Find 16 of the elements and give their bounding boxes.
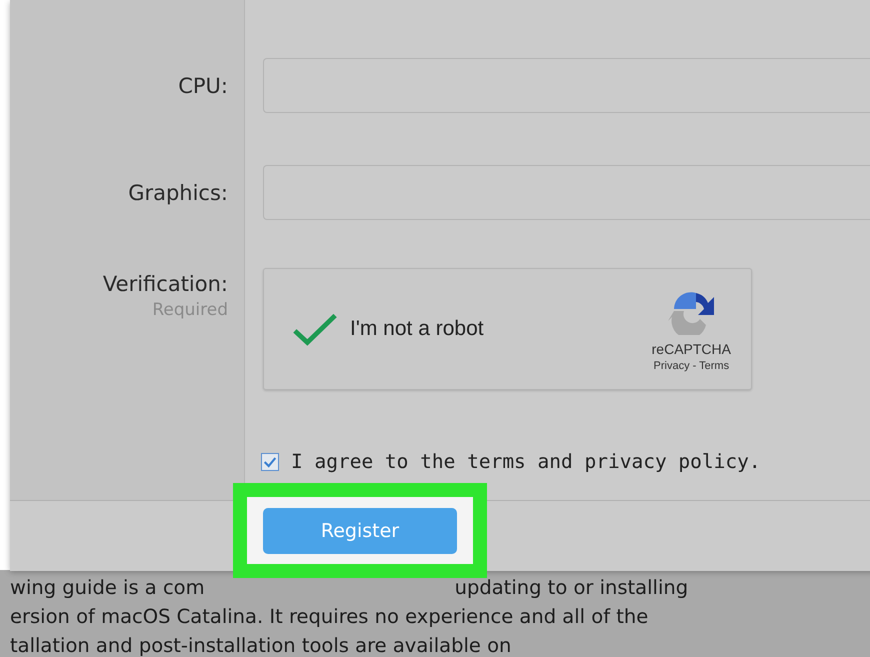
field-label: CPU: — [178, 74, 228, 98]
input-field[interactable] — [263, 165, 870, 220]
checkmark-icon[interactable] — [292, 311, 338, 347]
input-field[interactable] — [263, 58, 870, 113]
article-text: wing guide is a com — [10, 576, 205, 599]
article-text: ersion of macOS Catalina. It requires no experience and all of the — [10, 605, 648, 628]
required-hint: Required — [152, 300, 228, 320]
article-text: updating to or installing — [454, 576, 688, 599]
agree-label: I agree to the terms and privacy policy. — [291, 450, 761, 473]
captcha-brand: reCAPTCHA — [652, 340, 731, 356]
field-label: Graphics: — [128, 180, 228, 204]
agree-checkbox[interactable] — [261, 452, 279, 470]
captcha-links[interactable]: Privacy - Terms — [654, 360, 730, 372]
article-text: tallation and post-installation tools are available on — [10, 634, 512, 657]
field-label: Verification: — [102, 272, 228, 296]
captcha-label: I'm not a robot — [350, 317, 484, 341]
